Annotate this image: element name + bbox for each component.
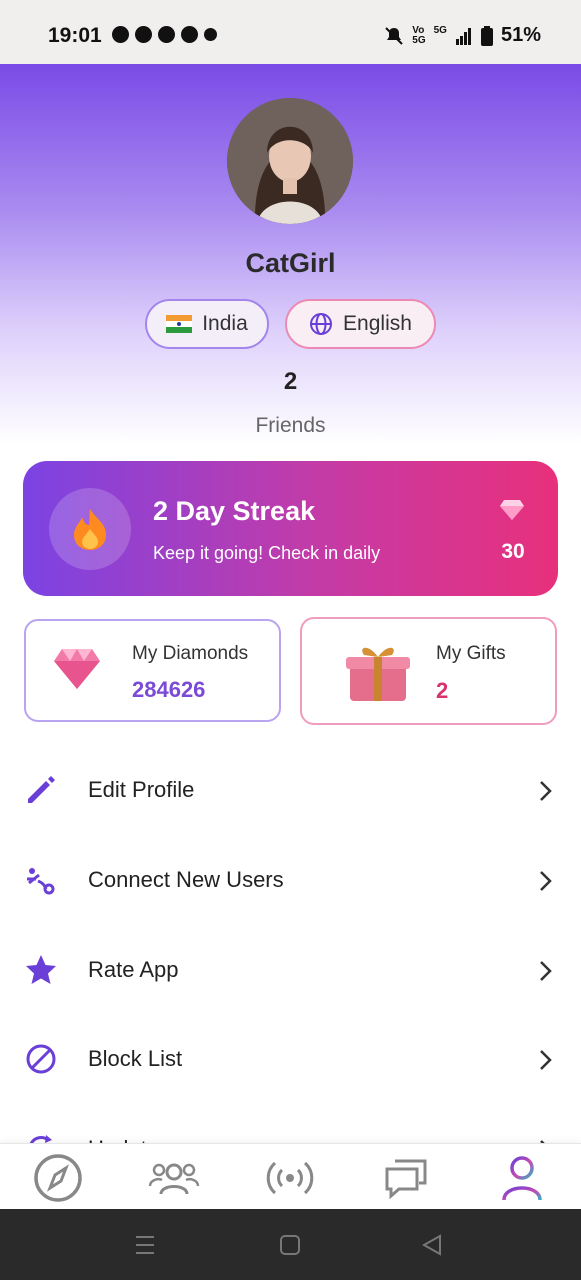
- nav-messages[interactable]: [380, 1152, 432, 1204]
- friends-label: Friends: [255, 414, 326, 437]
- pink-diamond-icon: [54, 649, 100, 689]
- streak-card[interactable]: 2 Day Streak Keep it going! Check in dai…: [23, 461, 558, 596]
- battery-percent: 51%: [500, 24, 541, 46]
- diamonds-value: 284626: [132, 677, 206, 702]
- chat-bubble-icon: [135, 26, 152, 43]
- connect-icon: [27, 868, 55, 895]
- pencil-icon: [28, 776, 55, 803]
- diamond-icon: [500, 500, 524, 520]
- india-flag-icon: [166, 315, 193, 333]
- status-bar: 19:01 Vo 5G 5G 51%: [0, 0, 581, 64]
- gifts-value: 2: [436, 678, 449, 703]
- nav-friends[interactable]: [148, 1152, 200, 1204]
- globe-icon: [310, 313, 333, 335]
- menu-label: Block List: [88, 1046, 183, 1071]
- menu-label: Rate App: [88, 957, 179, 982]
- chat-icon: [385, 1159, 427, 1199]
- chevron-right-icon: [540, 1050, 552, 1070]
- battery-icon: [480, 25, 493, 46]
- fire-badge: [49, 488, 131, 570]
- person-icon: [502, 1156, 542, 1201]
- menu-connect-users[interactable]: Connect New Users: [0, 835, 581, 925]
- back-icon[interactable]: [421, 1234, 443, 1256]
- nav-live[interactable]: [264, 1152, 316, 1204]
- friends-count[interactable]: 2: [0, 368, 581, 396]
- gear-icon: [204, 28, 217, 41]
- menu-block-list[interactable]: Block List: [0, 1014, 581, 1104]
- language-chip[interactable]: English: [285, 299, 436, 349]
- menu-edit-profile[interactable]: Edit Profile: [0, 745, 581, 835]
- compass-icon: [34, 1154, 82, 1202]
- network-type: 5G: [433, 25, 447, 36]
- chevron-right-icon: [540, 871, 552, 891]
- diamonds-card[interactable]: My Diamonds 284626: [24, 619, 281, 722]
- nav-profile[interactable]: [496, 1152, 548, 1204]
- chevron-right-icon: [540, 781, 552, 801]
- teams-icon: [158, 26, 175, 43]
- language-label: English: [343, 312, 412, 335]
- streak-subtitle: Keep it going! Check in daily: [153, 543, 381, 563]
- nav-explore[interactable]: [32, 1152, 84, 1204]
- avatar-image: [227, 98, 353, 224]
- avatar[interactable]: [227, 98, 353, 224]
- bottom-navigation: [0, 1143, 581, 1210]
- group-icon: [148, 1163, 200, 1195]
- chevron-right-icon: [540, 961, 552, 981]
- streak-reward: 30: [501, 540, 525, 563]
- menu-rate-app[interactable]: Rate App: [0, 925, 581, 1015]
- status-right: Vo 5G 5G 51%: [384, 24, 541, 47]
- gifts-card[interactable]: My Gifts 2: [300, 617, 557, 725]
- diamonds-label: My Diamonds: [132, 643, 249, 664]
- menu-label: Connect New Users: [88, 867, 284, 892]
- home-icon[interactable]: [279, 1234, 301, 1256]
- volte-indicator: Vo 5G: [412, 24, 426, 46]
- streak-title: 2 Day Streak: [153, 496, 316, 526]
- status-time: 19:01: [48, 24, 102, 47]
- recents-icon[interactable]: [134, 1234, 156, 1256]
- country-chip[interactable]: India: [145, 299, 269, 349]
- star-icon: [26, 955, 56, 984]
- signal-icon: [455, 27, 471, 45]
- message-icon: [181, 26, 198, 43]
- snapchat-icon: [112, 26, 129, 43]
- gifts-label: My Gifts: [436, 643, 506, 664]
- broadcast-icon: [266, 1161, 314, 1195]
- menu-label: Edit Profile: [88, 777, 195, 802]
- profile-name: CatGirl: [245, 248, 336, 278]
- mute-icon: [385, 26, 403, 45]
- block-icon: [26, 1044, 56, 1074]
- notification-icons: [112, 26, 217, 43]
- country-label: India: [202, 312, 248, 335]
- gift-box-icon: [346, 647, 410, 701]
- fire-icon: [74, 509, 106, 550]
- system-nav-bar: [0, 1209, 581, 1280]
